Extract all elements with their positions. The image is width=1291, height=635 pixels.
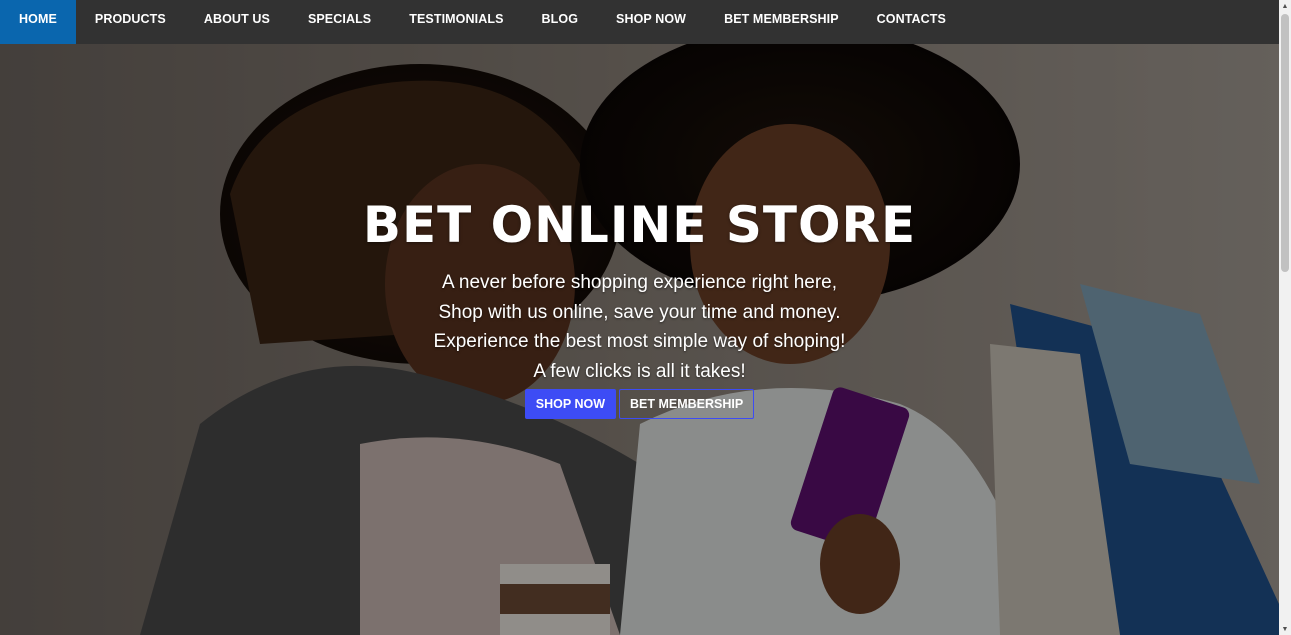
bet-membership-button[interactable]: BET MEMBERSHIP	[619, 389, 755, 419]
nav-about-us[interactable]: ABOUT US	[185, 0, 289, 37]
nav-bet-membership[interactable]: BET MEMBERSHIP	[705, 0, 858, 37]
nav-shop-now[interactable]: SHOP NOW	[597, 0, 705, 37]
hero-content: BET ONLINE STORE A never before shopping…	[0, 194, 1279, 419]
scroll-up-arrow-icon[interactable]: ▲	[1279, 0, 1291, 12]
nav-contacts[interactable]: CONTACTS	[858, 0, 965, 37]
nav-home[interactable]: HOME	[0, 0, 76, 44]
hero-tagline-2: Shop with us online, save your time and …	[438, 301, 841, 323]
hero-section: BET ONLINE STORE A never before shopping…	[0, 44, 1279, 635]
hero-buttons: SHOP NOW BET MEMBERSHIP	[0, 389, 1279, 419]
main-navbar: HOME PRODUCTS ABOUT US SPECIALS TESTIMON…	[0, 0, 1279, 44]
nav-blog[interactable]: BLOG	[523, 0, 598, 37]
shop-now-button[interactable]: SHOP NOW	[524, 389, 617, 419]
nav-specials[interactable]: SPECIALS	[289, 0, 390, 37]
vertical-scrollbar[interactable]: ▲ ▼	[1279, 0, 1291, 635]
nav-testimonials[interactable]: TESTIMONIALS	[390, 0, 522, 37]
scroll-down-arrow-icon[interactable]: ▼	[1279, 623, 1291, 635]
hero-tagline-1: A never before shopping experience right…	[441, 272, 838, 293]
scrollbar-thumb[interactable]	[1281, 14, 1289, 272]
hero-tagline-3: Experience the best most simple way of s…	[433, 331, 846, 352]
hero-title: BET ONLINE STORE	[362, 196, 917, 254]
nav-products[interactable]: PRODUCTS	[76, 0, 185, 37]
hero-tagline-4: A few clicks is all it takes!	[533, 360, 746, 382]
